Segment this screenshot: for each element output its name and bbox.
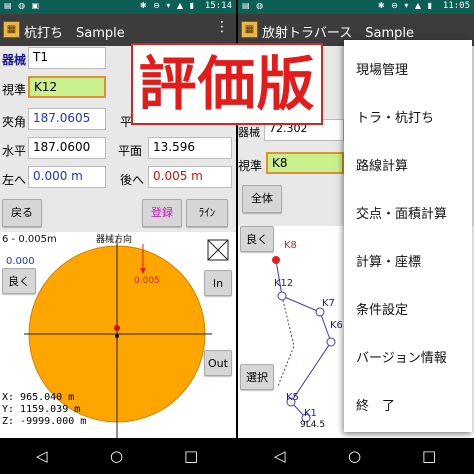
kyoukaku-field[interactable]: 187.0605 [28,108,106,130]
nav-back-icon[interactable]: ◁ [274,447,286,465]
notification-icons: ▤ ◍ [242,1,266,10]
nav-home-icon[interactable]: ○ [110,447,123,465]
good-button[interactable]: 良く [2,268,36,294]
label-suihei: 水平 [2,144,27,158]
nav-bar: ◁ ○ □ [0,438,236,474]
nav-bar: ◁ ○ □ [238,438,474,474]
nav-recent-icon[interactable]: □ [184,447,198,465]
label-k1: K1 [304,408,317,419]
status-icons: ✱ ⊖ ▾ ▲ ▮ [139,1,196,10]
label-k6: K6 [330,320,343,331]
coord-y: Y: 1159.039 m [2,404,81,415]
label-shijun: 視準 [238,159,263,173]
back-button[interactable]: 戻る [2,199,42,227]
kikai-field[interactable]: T1 [28,47,106,69]
ushiro-field[interactable]: 0.005 m [148,166,232,188]
staking-canvas[interactable]: 器械方向 6 - 0.005m 0.000 0.005 良く In Out X:… [0,232,236,438]
label-k5: K5 [286,392,299,403]
app-title: 放射トラバース Sample [262,26,414,41]
app-icon: ▦ [241,21,258,38]
menu-item-tora-kuiuchi[interactable]: トラ・杭打ち [344,94,472,143]
nav-back-icon[interactable]: ◁ [36,447,48,465]
zoom-in-button[interactable]: In [204,270,232,296]
nav-recent-icon[interactable]: □ [422,447,436,465]
menu-item-exit[interactable]: 終 了 [344,382,472,431]
point-k6[interactable] [326,337,336,347]
coord-z: Z: -9999.000 m [2,416,87,427]
point-k8[interactable] [272,256,280,264]
zero-label: 0.000 [6,256,35,267]
menu-item-rosen-keisan[interactable]: 路線計算 [344,142,472,191]
arrow-value-label: 0.005 [134,276,160,286]
app-bar: ▦ 杭打ち Sample ⋮ [0,14,236,46]
menu-item-keisan-zahyou[interactable]: 計算・座標 [344,238,472,287]
label-shijun: 視準 [2,83,27,97]
coord-x: X: 965.040 m [2,392,75,403]
overflow-menu: 現場管理 トラ・杭打ち 路線計算 交点・面積計算 計算・座標 条件設定 バージョ… [344,40,472,432]
current-point [115,334,119,338]
app-title: 杭打ち Sample [24,26,125,41]
app-icon: ▦ [3,21,20,38]
offset-label: 6 - 0.005m [2,234,57,245]
label-heimen: 平面 [118,144,143,158]
label-k7: K7 [322,298,335,309]
hidari-field[interactable]: 0.000 m [28,166,106,188]
line-button[interactable]: ﾗｲﾝ [186,199,228,227]
status-time: 11:05 [442,1,470,11]
partial-label: 9L4.5 [300,420,326,430]
menu-item-jouken-settei[interactable]: 条件設定 [344,286,472,335]
heimen-field[interactable]: 13.596 [148,137,232,159]
label-k8: K8 [284,240,297,251]
label-k12: K12 [274,278,294,289]
label-hidari: 左へ [2,173,27,187]
label-kikai: 器械 [2,53,27,67]
point-k7[interactable] [315,307,325,317]
label-kyoukaku: 夾角 [2,115,27,129]
zoom-out-button[interactable]: Out [204,350,232,376]
select-button[interactable]: 選択 [240,364,274,390]
status-time: 15:14 [204,1,232,11]
shijun-field[interactable]: K12 [28,76,106,98]
nav-home-icon[interactable]: ○ [348,447,361,465]
target-point [114,325,120,331]
shijun-field[interactable]: K8 [266,152,344,174]
suihei-field[interactable]: 187.0600 [28,137,106,159]
status-bar: ▤ ◍ ✱ ⊖ ▾ ▲ ▮ 11:05 [238,0,474,14]
status-bar: ▤ ◍ ▣ ✱ ⊖ ▾ ▲ ▮ 15:14 [0,0,236,14]
label-ushiro: 後へ [120,173,145,187]
notification-icons: ▤ ◍ ▣ [4,1,42,10]
menu-item-version-info[interactable]: バージョン情報 [344,334,472,383]
register-button[interactable]: 登録 [142,199,182,227]
direction-label: 器械方向 [96,235,133,245]
menu-item-genba-kanri[interactable]: 現場管理 [344,46,472,95]
menu-item-kouten-menseki[interactable]: 交点・面積計算 [344,190,472,239]
point-k12[interactable] [277,291,287,301]
all-button[interactable]: 全体 [242,185,282,213]
traverse-line-aux [277,295,295,387]
label-kikai-partial: 器械 [238,126,260,139]
status-icons: ✱ ⊖ ▾ ▲ ▮ [377,1,434,10]
good-button[interactable]: 良く [240,226,274,252]
trial-version-stamp: 評価版 [131,43,323,125]
more-options-icon[interactable]: ⋮ [215,19,230,35]
